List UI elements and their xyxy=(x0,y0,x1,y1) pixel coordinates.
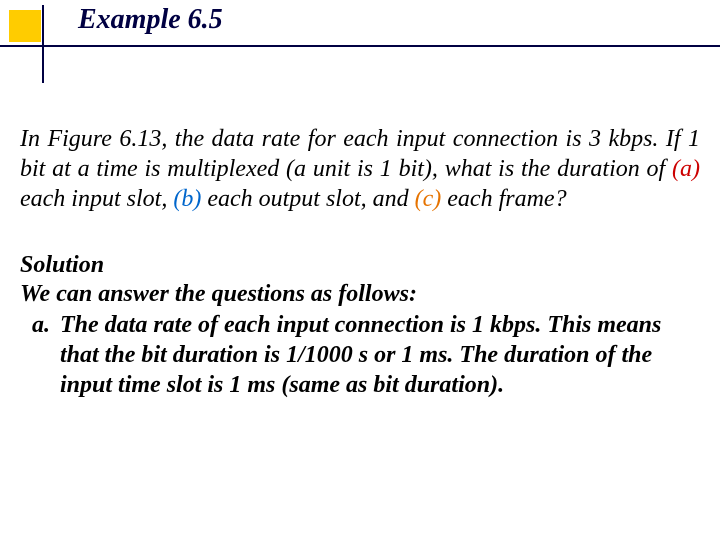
question-b-text: each output slot, and xyxy=(201,186,414,212)
page-title: Example 6.5 xyxy=(78,4,223,36)
question-paragraph: In Figure 6.13, the data rate for each i… xyxy=(20,124,700,214)
solution-item-a-letter: a. xyxy=(32,310,60,340)
solution-heading: Solution xyxy=(20,252,700,279)
solution-item-a: a.The data rate of each input connection… xyxy=(20,310,700,400)
question-c-label: (c) xyxy=(415,186,442,212)
title-bar: Example 6.5 xyxy=(0,0,720,48)
question-pre: In Figure 6.13, the data rate for each i… xyxy=(20,126,700,182)
question-a-text: each input slot, xyxy=(20,186,173,212)
solution-item-a-text: The data rate of each input connection i… xyxy=(60,312,661,398)
question-c-text: each frame? xyxy=(441,186,566,212)
solution-intro: We can answer the questions as follows: xyxy=(20,281,700,308)
question-a-label: (a) xyxy=(672,156,700,182)
content: In Figure 6.13, the data rate for each i… xyxy=(20,124,700,400)
title-vline xyxy=(42,5,44,83)
title-bullet xyxy=(9,10,41,42)
title-hline xyxy=(0,45,720,47)
question-b-label: (b) xyxy=(173,186,201,212)
